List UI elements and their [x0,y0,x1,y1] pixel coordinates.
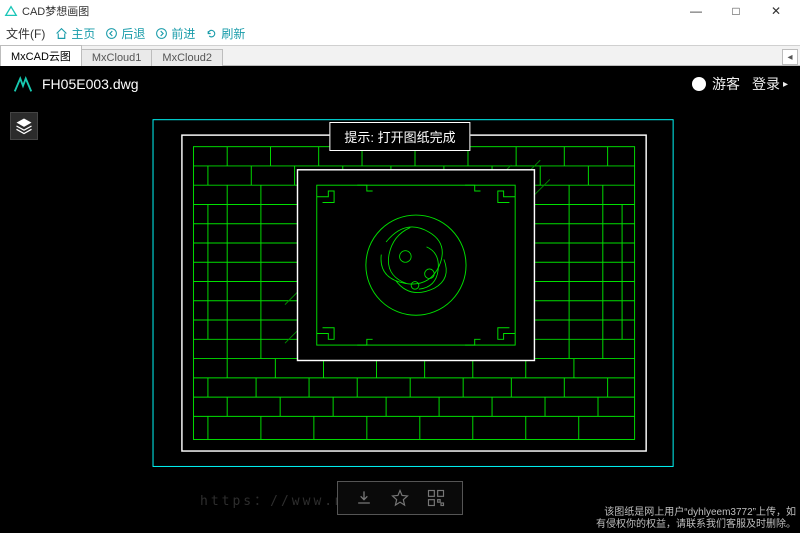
disclaimer-text: 该图纸是网上用户“dyhlyeem3772”上传，如 有侵权你的权益，请联系我们… [596,507,796,531]
viewer-logo-icon [12,73,34,95]
tab-strip: MxCAD云图 MxCloud1 MxCloud2 ◂ [0,46,800,66]
tab-scroll-left[interactable]: ◂ [782,49,798,65]
menu-refresh[interactable]: 刷新 [205,25,245,42]
filename-label: FH05E003.dwg [42,76,139,92]
menu-home[interactable]: 主页 [55,25,95,42]
cad-viewer: FH05E003.dwg 游客 登录▸ [0,66,800,533]
layers-button[interactable] [10,112,38,140]
star-icon [390,488,410,508]
maximize-button[interactable]: □ [716,0,756,22]
guest-label: 游客 [712,74,740,94]
home-icon [55,27,68,40]
download-button[interactable] [354,488,374,508]
menu-file[interactable]: 文件(F) [6,25,45,42]
user-avatar-icon [692,77,706,91]
favorite-button[interactable] [390,488,410,508]
window-titlebar: CAD梦想画图 — □ ✕ [0,0,800,22]
download-icon [354,488,374,508]
close-button[interactable]: ✕ [756,0,796,22]
login-button[interactable]: 登录▸ [752,74,788,94]
tab-mxcloud1[interactable]: MxCloud1 [81,49,153,66]
tab-mxcad-cloud[interactable]: MxCAD云图 [0,45,82,66]
bottom-toolbar [337,481,463,515]
window-title: CAD梦想画图 [22,3,89,19]
drawing-canvas[interactable] [50,112,780,478]
app-icon [4,4,18,18]
menu-back[interactable]: 后退 [105,25,145,42]
menu-bar: 文件(F) 主页 后退 前进 刷新 [0,22,800,46]
layers-icon [14,116,34,136]
qrcode-icon [426,488,446,508]
minimize-button[interactable]: — [676,0,716,22]
tab-mxcloud2[interactable]: MxCloud2 [151,49,223,66]
refresh-icon [205,27,218,40]
arrow-left-icon [105,27,118,40]
hint-tooltip: 提示: 打开图纸完成 [329,122,470,151]
viewer-header: FH05E003.dwg 游客 登录▸ [0,66,800,102]
menu-forward[interactable]: 前进 [155,25,195,42]
arrow-right-icon [155,27,168,40]
qrcode-button[interactable] [426,488,446,508]
